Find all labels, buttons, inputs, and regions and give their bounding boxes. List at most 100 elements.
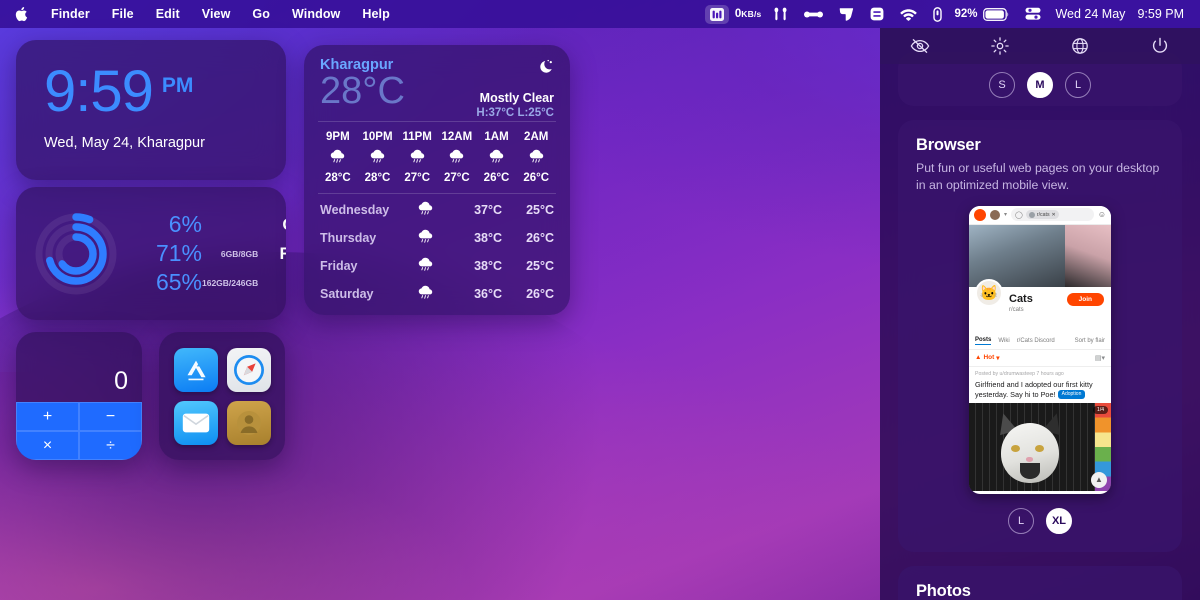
safari-icon[interactable] — [226, 347, 271, 392]
size-button-s[interactable]: S — [989, 72, 1015, 98]
menu-item-window[interactable]: Window — [281, 4, 351, 24]
tab-wiki[interactable]: Wiki — [998, 338, 1009, 344]
calculator-widget[interactable]: 0 + − × ÷ — [16, 332, 142, 460]
subreddit-slug: r/cats — [1009, 307, 1024, 314]
calc-key-minus[interactable]: − — [79, 402, 142, 431]
preview-search-bar[interactable]: ◯ r/cats ✕ — [1011, 208, 1094, 222]
weather-hour-temp: 28°C — [324, 171, 351, 184]
size-button-l[interactable]: L — [1065, 72, 1091, 98]
airpods-icon[interactable] — [765, 0, 796, 28]
weather-hour-temp: 28°C — [364, 171, 391, 184]
clock-widget[interactable]: 9:59 PM Wed, May 24, Kharagpur — [16, 40, 286, 180]
hd-detail: 162GB/246GB — [202, 277, 259, 288]
weather-day-row: Wednesday 37°C 25°C — [320, 196, 554, 224]
moon-crescent-icon — [476, 59, 554, 77]
search-chip: r/cats ✕ — [1025, 210, 1059, 220]
menu-bar-time[interactable]: 9:59 PM — [1131, 7, 1190, 21]
app-store-icon[interactable] — [173, 347, 218, 392]
menu-stats-icon[interactable] — [704, 4, 729, 24]
post-image[interactable]: 1/4 ▲ — [969, 402, 1111, 491]
photos-card-title: Photos — [916, 581, 971, 600]
post-item[interactable]: Posted by u/drumwasteep 7 hours ago Girl… — [969, 367, 1111, 403]
eye-off-icon[interactable] — [903, 32, 937, 60]
weather-header-right: Mostly Clear H:37°C L:25°C — [476, 59, 554, 119]
mail-icon[interactable] — [173, 400, 218, 445]
system-stats-rows: 6% CPU 71% 6GB/8GB RAM 65% 162GB/246GB H… — [128, 211, 286, 296]
menu-item-edit[interactable]: Edit — [145, 4, 191, 24]
menu-item-file[interactable]: File — [101, 4, 145, 24]
reddit-avatar-icon — [974, 208, 986, 221]
vpn-shield-icon[interactable] — [831, 0, 862, 28]
clear-search-icon[interactable]: ✕ — [1052, 212, 1056, 218]
chevron-down-icon[interactable]: ▾ — [1004, 211, 1007, 218]
join-button[interactable]: Join — [1066, 292, 1104, 306]
apple-logo-icon[interactable] — [8, 6, 40, 22]
calc-key-multiply[interactable]: × — [16, 431, 79, 460]
browser-preview-wrapper: ▾ ◯ r/cats ✕ ☺ 🐱 Cats r/cats Join Posts … — [916, 205, 1164, 494]
weather-hour-label: 9PM — [326, 130, 350, 143]
rain-cloud-icon — [400, 256, 450, 276]
globe-grid-icon[interactable] — [1063, 32, 1097, 60]
clock-ampm: PM — [161, 74, 194, 97]
weather-daily-forecast: Wednesday 37°C 25°C Thursday 38°C 26°C Friday 3… — [304, 194, 570, 308]
account-icon[interactable]: ☺ — [1098, 210, 1106, 219]
weather-hour-temp: 26°C — [483, 171, 510, 184]
search-icon: ◯ — [1015, 211, 1023, 219]
menu-item-help[interactable]: Help — [351, 4, 401, 24]
weather-header: Kharagpur 28°C Mostly Clear H:37°C L:25°… — [304, 57, 570, 119]
weather-hour-label: 12AM — [441, 130, 473, 143]
browser-preview[interactable]: ▾ ◯ r/cats ✕ ☺ 🐱 Cats r/cats Join Posts … — [969, 205, 1111, 494]
bluetooth-device-icon[interactable] — [796, 0, 831, 28]
scroll-top-button[interactable]: ▲ — [1091, 471, 1107, 488]
weather-low: L:25°C — [517, 107, 554, 119]
size-button-m[interactable]: M — [1027, 72, 1053, 98]
display-icon[interactable] — [862, 0, 892, 28]
sort-hot-button[interactable]: ▲ Hot ▾ — [975, 354, 1000, 362]
weather-day-high: 36°C — [474, 286, 502, 301]
network-speed-unit: KB/s — [741, 9, 762, 19]
usage-rings-graphic — [34, 212, 118, 296]
menu-item-view[interactable]: View — [191, 4, 242, 24]
system-stats-widget[interactable]: 6% CPU 71% 6GB/8GB RAM 65% 162GB/246GB H… — [16, 187, 286, 320]
size-button-xl[interactable]: XL — [1046, 507, 1072, 534]
control-center-icon[interactable] — [1017, 0, 1049, 28]
photos-widget-card[interactable]: Photos Display so many cat pics on your … — [898, 565, 1182, 600]
app-launcher-widget[interactable] — [159, 332, 285, 460]
menu-item-finder[interactable]: Finder — [40, 4, 101, 24]
view-mode-button[interactable]: ▤▾ — [1095, 354, 1105, 362]
contacts-icon[interactable] — [226, 400, 271, 445]
weather-day-low: 25°C — [526, 202, 554, 217]
size-button-l[interactable]: L — [1008, 507, 1034, 534]
calc-key-plus[interactable]: + — [16, 402, 79, 431]
network-speed-indicator[interactable]: 0KB/s — [731, 8, 766, 20]
search-chip-text: r/cats — [1036, 211, 1050, 218]
widget-panel-scroll[interactable]: S M L Browser Put fun or useful web page… — [880, 28, 1200, 600]
tab-discord[interactable]: r/Cats Discord — [1017, 338, 1055, 344]
wifi-icon[interactable] — [892, 0, 925, 28]
weather-day-name: Friday — [320, 258, 358, 273]
usb-device-icon[interactable] — [925, 0, 950, 28]
menu-bar-date[interactable]: Wed 24 May — [1049, 7, 1131, 21]
weather-condition: Mostly Clear — [479, 91, 554, 105]
tab-sort-by-flair[interactable]: Sort by flair — [1075, 338, 1105, 344]
widget-panel: S M L Browser Put fun or useful web page… — [880, 28, 1200, 600]
calc-key-divide[interactable]: ÷ — [79, 431, 142, 460]
weather-widget[interactable]: Kharagpur 28°C Mostly Clear H:37°C L:25°… — [304, 45, 570, 315]
clock-subtitle: Wed, May 24, Kharagpur — [44, 135, 205, 152]
weather-day-low: 26°C — [526, 286, 554, 301]
browser-widget-card[interactable]: Browser Put fun or useful web pages on y… — [898, 120, 1182, 552]
size-selector-top: S M L — [989, 72, 1091, 106]
menu-item-go[interactable]: Go — [241, 4, 281, 24]
menu-bar: Finder File Edit View Go Window Help 0KB… — [0, 0, 1200, 28]
weather-day-row: Saturday 36°C 26°C — [320, 280, 554, 308]
power-icon[interactable] — [1143, 32, 1177, 60]
tab-posts[interactable]: Posts — [975, 337, 992, 345]
battery-icon[interactable] — [981, 0, 1017, 28]
rain-cloud-icon — [400, 200, 450, 220]
battery-percent[interactable]: 92% — [950, 8, 981, 20]
weather-day-low: 25°C — [526, 258, 554, 273]
weather-hour-4: 1AM 26°C — [477, 131, 517, 184]
gear-icon[interactable] — [983, 32, 1017, 60]
subreddit-dot-icon — [1028, 211, 1035, 218]
menu-bar-left: Finder File Edit View Go Window Help — [0, 4, 401, 24]
